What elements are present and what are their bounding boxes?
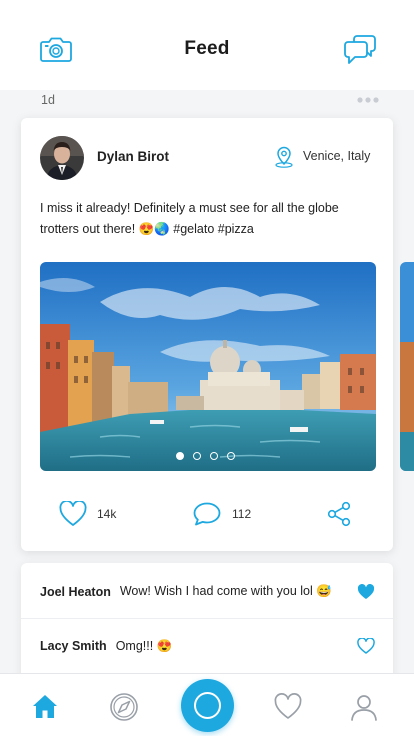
post-location[interactable]: Venice, Italy <box>303 149 370 163</box>
post-photo[interactable] <box>40 262 376 471</box>
carousel-dot[interactable] <box>210 452 218 460</box>
comment-row[interactable]: Joel Heaton Wow! Wish I had come with yo… <box>21 565 393 619</box>
post-author-name[interactable]: Dylan Birot <box>97 149 169 164</box>
next-photo-peek[interactable] <box>400 262 414 471</box>
heart-icon <box>59 501 87 526</box>
comment-text: Omg!!! 😍 <box>115 638 173 653</box>
bottom-tab-bar <box>0 673 414 736</box>
comment-author[interactable]: Joel Heaton <box>40 585 111 599</box>
like-button[interactable]: 14k <box>59 499 116 529</box>
post-caption: I miss it already! Definitely a must see… <box>40 201 339 236</box>
home-icon[interactable] <box>30 692 60 722</box>
like-count: 14k <box>97 507 117 521</box>
comment-row[interactable]: Lacy Smith Omg!!! 😍 <box>21 619 393 673</box>
comment-button[interactable]: 112 <box>192 499 251 529</box>
top-bar: Feed <box>0 0 414 90</box>
post-card: Dylan Birot Venice, Italy I miss it alre… <box>21 118 393 551</box>
chat-bubbles-icon[interactable] <box>343 34 377 66</box>
location-pin-icon <box>275 146 293 168</box>
comment-text: Wow! Wish I had come with you lol 😅 <box>119 584 332 598</box>
share-icon <box>327 501 351 527</box>
carousel-dot[interactable] <box>227 452 235 460</box>
compass-icon[interactable] <box>109 692 139 722</box>
heart-outline-icon[interactable] <box>357 638 375 654</box>
avatar[interactable] <box>40 136 84 180</box>
circle-icon <box>194 692 221 719</box>
user-icon[interactable] <box>349 692 379 722</box>
comment-bubble-icon <box>193 502 221 526</box>
heart-icon[interactable] <box>273 692 303 722</box>
post-age: 1d <box>41 93 55 107</box>
capture-button[interactable] <box>181 679 234 732</box>
more-options-icon[interactable] <box>357 96 379 104</box>
carousel-indicator[interactable] <box>176 452 235 460</box>
share-button[interactable] <box>326 499 352 529</box>
carousel-dot[interactable] <box>176 452 184 460</box>
carousel-dot[interactable] <box>193 452 201 460</box>
comments-list: Joel Heaton Wow! Wish I had come with yo… <box>21 563 393 683</box>
heart-filled-icon[interactable] <box>357 584 375 600</box>
comment-author[interactable]: Lacy Smith <box>40 639 107 653</box>
comment-count: 112 <box>232 507 252 521</box>
